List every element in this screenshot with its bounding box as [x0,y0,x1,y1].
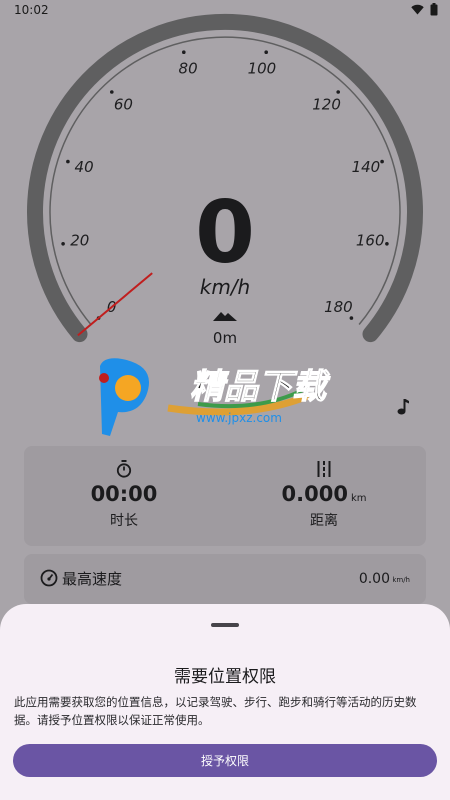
speed-unit: km/h [199,275,251,299]
drag-handle[interactable] [211,623,239,627]
duration-stat: 00:00 时长 [24,460,224,530]
gauge-tick-dot [380,159,384,164]
altitude-value: 0m [212,329,238,347]
grant-permission-button[interactable]: 授予权限 [13,744,437,777]
duration-value: 00:00 [90,482,158,506]
gauge-tick-label: 180 [324,298,353,316]
max-speed-value: 0.00 [358,571,390,587]
gauge-tick-dot [66,159,70,164]
logo-circle [115,375,141,401]
permission-bottom-sheet: 需要位置权限 此应用需要获取您的位置信息，以记录驾驶、步行、跑步和骑行等活动的历… [0,604,450,800]
gauge-tick-label: 20 [70,232,89,250]
stopwatch-icon [116,460,132,478]
logo-red-dot [99,373,109,383]
gauge-tick-label: 140 [352,158,381,176]
speed-needle [77,272,153,337]
max-speed-card[interactable]: 最高速度 0.00 km/h [24,554,426,604]
gauge-tick-label: 100 [248,60,277,78]
watermark-url: www.jpxz.com [196,411,282,425]
road-icon [317,461,331,477]
gauge-tick-dot [349,316,354,320]
current-speed: 0 [195,183,255,283]
gauge-tick-label: 40 [75,158,94,176]
distance-unit: km [350,493,367,504]
trip-stats-card: 00:00 时长 0.000 km 距离 [24,446,426,546]
watermark-text: 精品下载 [190,367,331,407]
gauge-tick-label: 120 [312,95,341,113]
gauge-tick-dot [61,242,65,246]
gauge-tick-dot [110,90,114,94]
music-note-icon[interactable] [397,398,409,416]
duration-label: 时长 [110,513,138,529]
max-speed-unit: km/h [392,576,410,584]
distance-number: 0.000 [281,482,348,506]
watermark-logo: 精品下载 www.jpxz.com [99,358,332,436]
gauge-tick-dot [336,90,341,94]
max-speed-label: 最高速度 [62,570,123,588]
speed-gauge-icon [40,569,58,587]
sheet-title: 需要位置权限 [174,667,276,687]
distance-stat: 0.000 km 距离 [224,460,424,530]
gauge-tick-dot [385,242,389,246]
gauge-tick-label: 160 [356,232,385,250]
gauge-tick-dot [182,50,186,54]
sheet-body-text: 此应用需要获取您的位置信息，以记录驾驶、步行、跑步和骑行等活动的历史数据。请授予… [14,695,417,727]
distance-label: 距离 [310,513,338,529]
distance-value: 0.000 km [224,482,424,506]
gauge-tick-label: 80 [179,60,198,78]
gauge-tick-dot [264,50,269,54]
gauge-tick-label: 60 [114,95,133,113]
mountain-icon [213,312,237,321]
